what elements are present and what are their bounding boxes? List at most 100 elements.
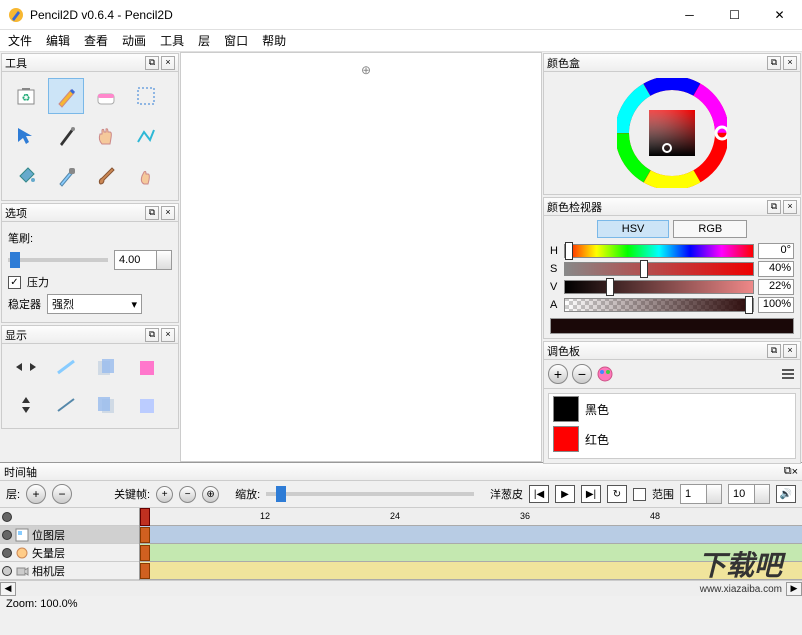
clear-tool[interactable]: ♻ (8, 78, 44, 114)
menu-file[interactable]: 文件 (8, 32, 32, 49)
menu-window[interactable]: 窗口 (224, 32, 248, 49)
menu-tools[interactable]: 工具 (160, 32, 184, 49)
alpha-slider[interactable] (564, 298, 754, 312)
thin-lines-button[interactable] (48, 350, 84, 384)
brush-tool[interactable] (88, 158, 124, 194)
hand-tool[interactable] (88, 118, 124, 154)
last-frame-button[interactable]: ▶| (581, 485, 601, 503)
pressure-checkbox[interactable]: ✓ (8, 276, 21, 289)
smudge-tool[interactable] (128, 158, 164, 194)
visibility-toggle[interactable] (2, 530, 12, 540)
layer-row[interactable]: 相机层 (0, 562, 139, 580)
scroll-right-icon[interactable]: ▶ (786, 582, 802, 596)
undock-icon[interactable]: ⧉ (145, 206, 159, 220)
timeline-track[interactable] (140, 544, 802, 562)
list-view-icon[interactable] (780, 367, 796, 381)
range-start-spinbox[interactable]: 1 (680, 484, 722, 504)
canvas[interactable]: ⊕ (180, 52, 542, 462)
mirror-v-button[interactable] (8, 388, 44, 422)
alpha-value[interactable]: 100% (758, 297, 794, 313)
eyedropper-tool[interactable] (48, 158, 84, 194)
layer-row[interactable]: 矢量层 (0, 544, 139, 562)
first-frame-button[interactable]: |◀ (529, 485, 549, 503)
add-layer-button[interactable]: + (26, 484, 46, 504)
close-icon[interactable]: × (161, 206, 175, 220)
play-button[interactable]: ▶ (555, 485, 575, 503)
val-slider[interactable] (564, 280, 754, 294)
swatch-item[interactable]: 黑色 (549, 394, 795, 424)
scroll-left-icon[interactable]: ◀ (0, 582, 16, 596)
visibility-toggle[interactable] (2, 548, 12, 558)
timeline-track[interactable] (140, 526, 802, 544)
eraser-tool[interactable] (88, 78, 124, 114)
keyframe[interactable] (140, 527, 150, 543)
menu-animation[interactable]: 动画 (122, 32, 146, 49)
visibility-toggle-all[interactable] (2, 512, 12, 522)
menu-edit[interactable]: 编辑 (46, 32, 70, 49)
hue-slider[interactable] (564, 244, 754, 258)
sound-button[interactable]: 🔊 (776, 485, 796, 503)
keyframe[interactable] (140, 563, 150, 579)
color-wheel[interactable] (544, 72, 800, 194)
move-tool[interactable] (8, 118, 44, 154)
select-tool[interactable] (128, 78, 164, 114)
close-icon[interactable]: × (783, 200, 797, 214)
undock-icon[interactable]: ⧉ (145, 56, 159, 70)
duplicate-keyframe-button[interactable]: ⊕ (202, 486, 219, 503)
visibility-toggle[interactable] (2, 566, 12, 576)
layer-row[interactable]: 位图层 (0, 526, 139, 544)
palette-icon[interactable] (596, 365, 614, 383)
menu-layer[interactable]: 层 (198, 32, 210, 49)
timeline-track[interactable] (140, 562, 802, 580)
playhead[interactable] (140, 508, 150, 526)
brush-size-slider[interactable] (8, 258, 108, 262)
hue-value[interactable]: 0° (758, 243, 794, 259)
timeline-ruler[interactable]: 12 24 36 48 (140, 508, 802, 526)
undock-icon[interactable]: ⧉ (784, 465, 792, 478)
polyline-tool[interactable] (128, 118, 164, 154)
sat-slider[interactable] (564, 262, 754, 276)
range-end-spinbox[interactable]: 10 (728, 484, 770, 504)
sat-value[interactable]: 40% (758, 261, 794, 277)
close-icon[interactable]: × (161, 56, 175, 70)
pencil-tool[interactable] (48, 78, 84, 114)
val-value[interactable]: 22% (758, 279, 794, 295)
minimize-button[interactable]: ─ (667, 0, 712, 30)
undock-icon[interactable]: ⧉ (145, 328, 159, 342)
onion-prev-button[interactable] (88, 350, 124, 384)
loop-button[interactable]: ↻ (607, 485, 627, 503)
rgb-mode-button[interactable]: RGB (673, 220, 747, 238)
menubar: 文件 编辑 查看 动画 工具 层 窗口 帮助 (0, 30, 802, 52)
outlines-button[interactable] (48, 388, 84, 422)
remove-layer-button[interactable]: − (52, 484, 72, 504)
stabilizer-combo[interactable]: 强烈 (47, 294, 142, 314)
bucket-tool[interactable] (8, 158, 44, 194)
remove-color-button[interactable]: − (572, 364, 592, 384)
maximize-button[interactable]: ☐ (712, 0, 757, 30)
menu-help[interactable]: 帮助 (262, 32, 286, 49)
onion-next-color-button[interactable] (128, 388, 164, 422)
swatch-item[interactable]: 红色 (549, 424, 795, 454)
undock-icon[interactable]: ⧉ (767, 344, 781, 358)
keyframe[interactable] (140, 545, 150, 561)
close-icon[interactable]: × (783, 56, 797, 70)
close-icon[interactable]: × (783, 344, 797, 358)
undock-icon[interactable]: ⧉ (767, 200, 781, 214)
undock-icon[interactable]: ⧉ (767, 56, 781, 70)
close-button[interactable]: ✕ (757, 0, 802, 30)
onion-prev-color-button[interactable] (128, 350, 164, 384)
close-icon[interactable]: × (161, 328, 175, 342)
mirror-h-button[interactable] (8, 350, 44, 384)
timeline-scrollbar[interactable]: ◀ ▶ (0, 580, 802, 596)
add-keyframe-button[interactable]: + (156, 486, 173, 503)
add-color-button[interactable]: + (548, 364, 568, 384)
hsv-mode-button[interactable]: HSV (597, 220, 670, 238)
brush-size-spinbox[interactable]: 4.00 (114, 250, 172, 270)
range-checkbox[interactable] (633, 488, 646, 501)
remove-keyframe-button[interactable]: − (179, 486, 196, 503)
onion-next-button[interactable] (88, 388, 124, 422)
timeline-zoom-slider[interactable] (266, 492, 474, 496)
close-icon[interactable]: × (792, 466, 798, 478)
menu-view[interactable]: 查看 (84, 32, 108, 49)
pen-tool[interactable] (48, 118, 84, 154)
